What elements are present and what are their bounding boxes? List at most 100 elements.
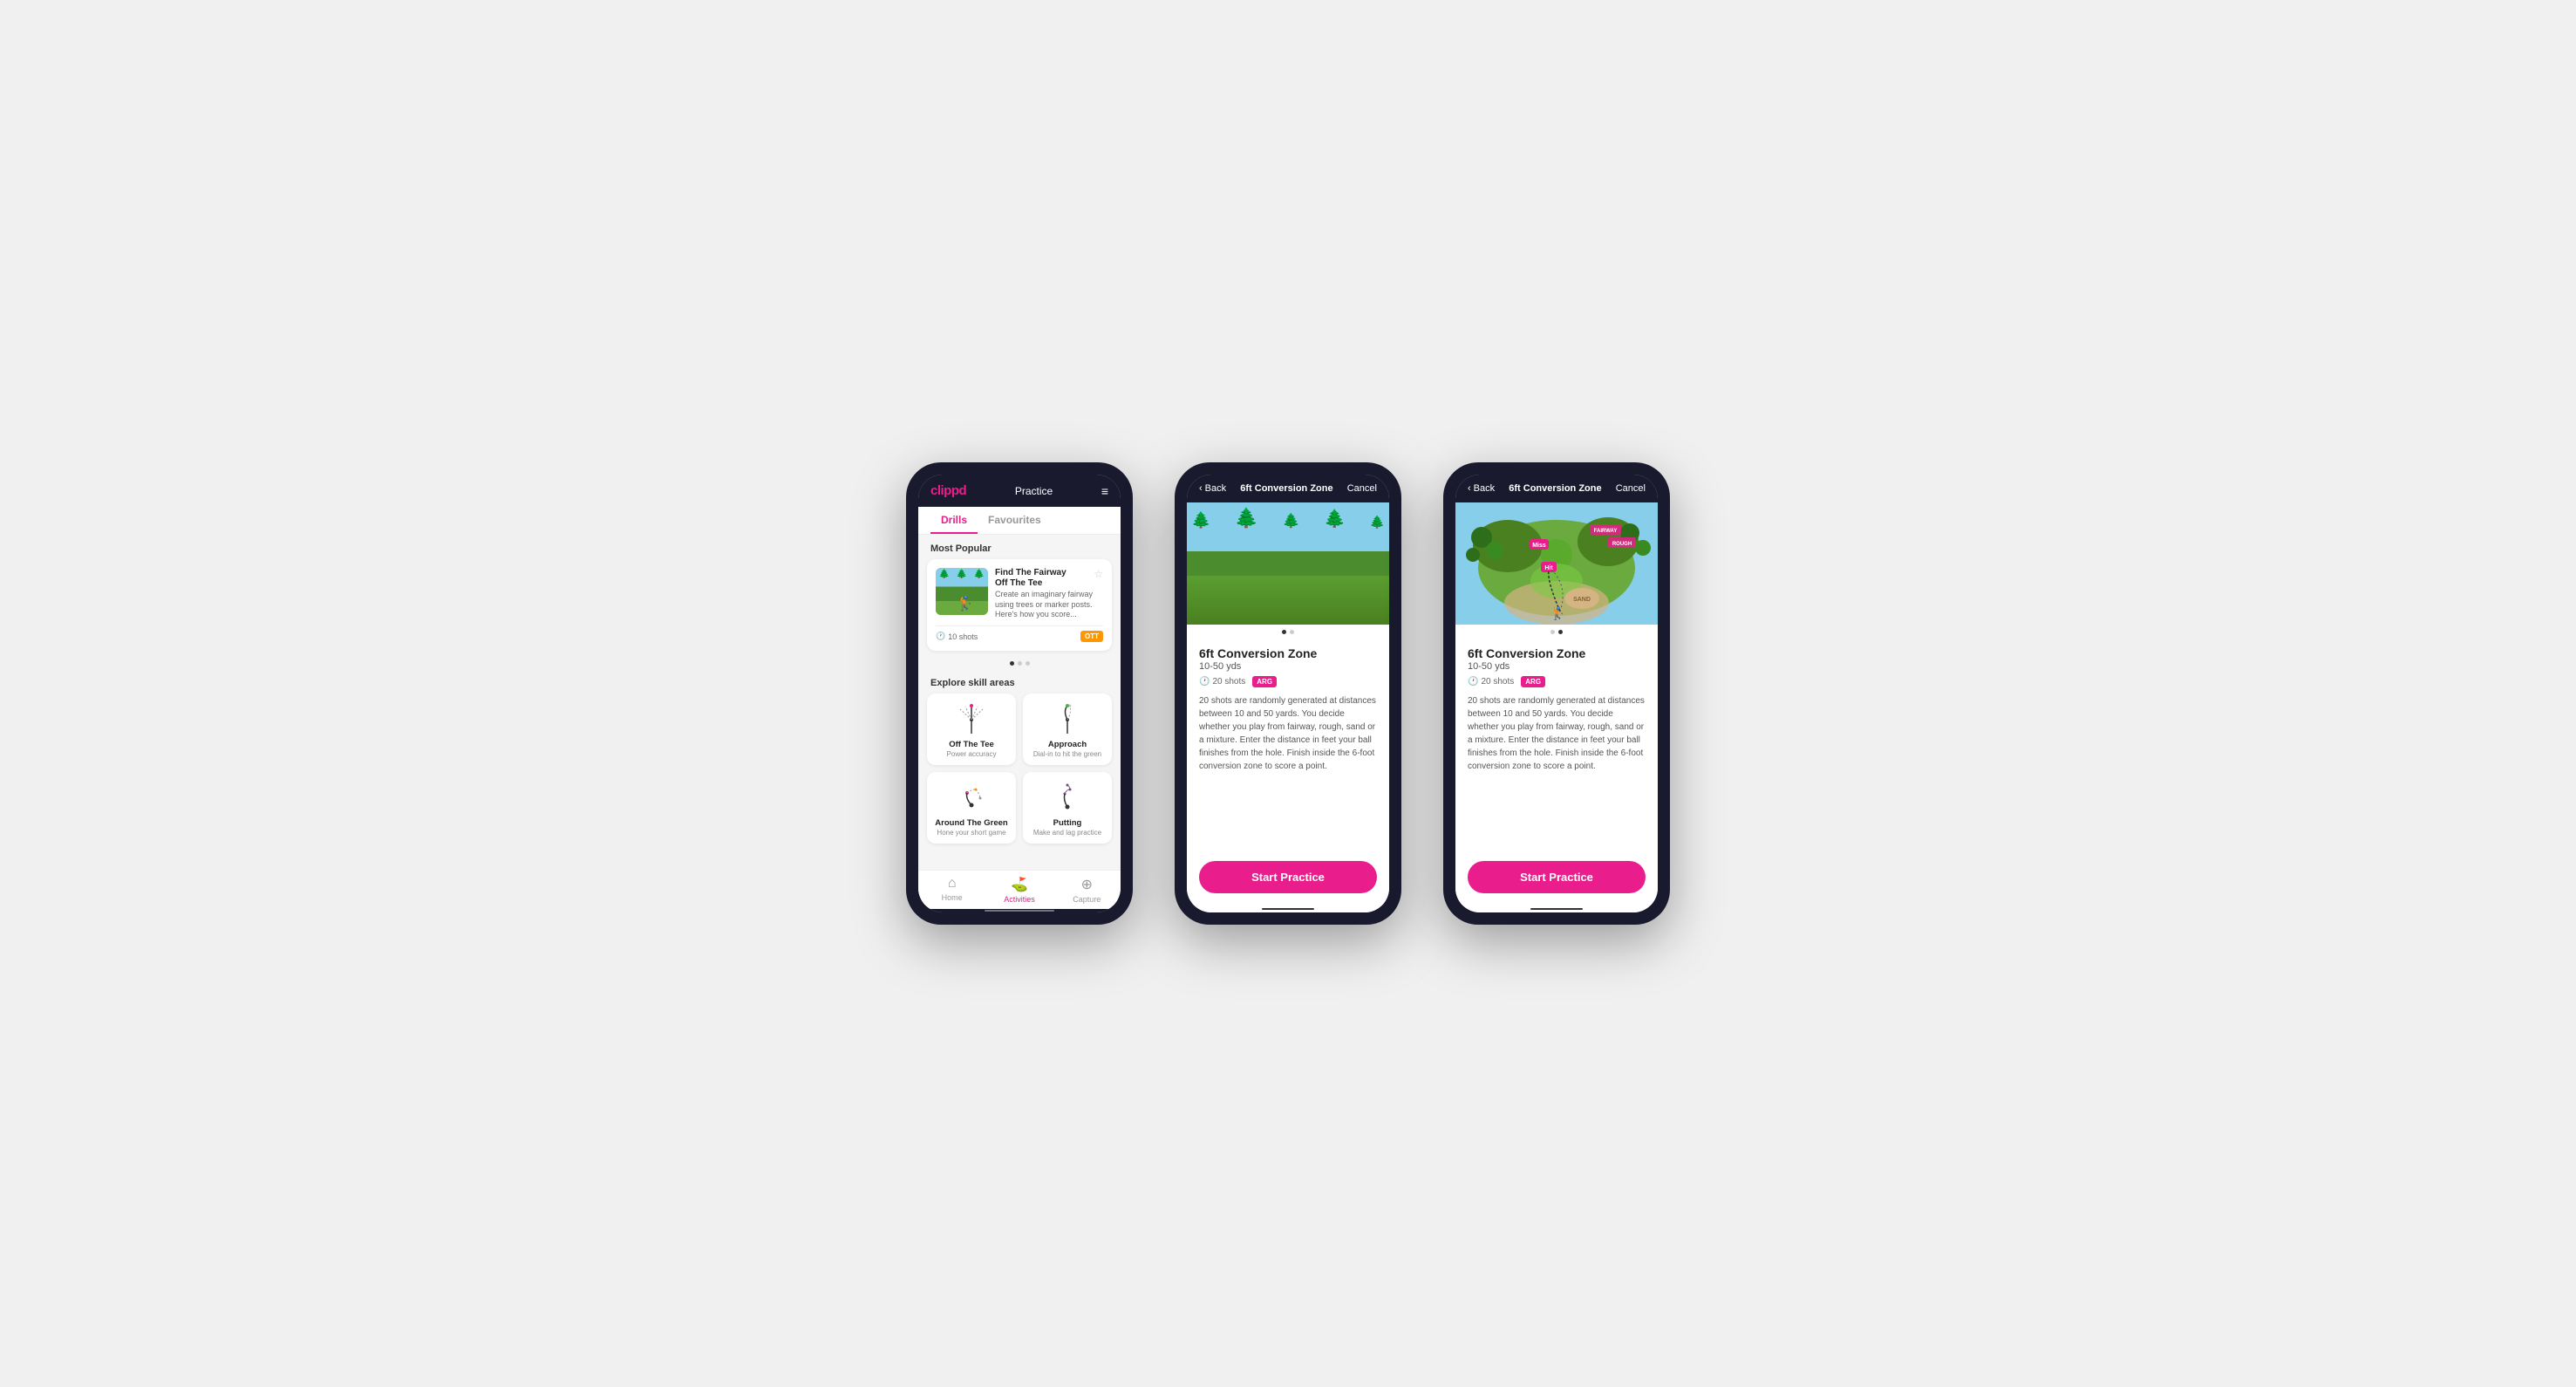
dot-3-2 xyxy=(1558,630,1563,634)
phone-2-screen: ‹ Back 6ft Conversion Zone Cancel 🌲 🌲 🌲 … xyxy=(1187,475,1389,912)
tabs-bar: Drills Favourites xyxy=(918,507,1121,535)
phone3-bottom: Start Practice xyxy=(1455,861,1658,912)
phone2-bottom: Start Practice xyxy=(1187,861,1389,912)
skill-around-green[interactable]: Around The Green Hone your short game xyxy=(927,772,1016,844)
around-green-name: Around The Green xyxy=(935,818,1007,828)
drill-meta-3: 🕐 20 shots ARG xyxy=(1468,676,1646,687)
tab-favourites[interactable]: Favourites xyxy=(978,507,1052,534)
back-chevron-3: ‹ xyxy=(1468,483,1471,494)
back-button-3[interactable]: ‹ Back xyxy=(1468,483,1495,494)
shots-count: 🕐 10 shots xyxy=(936,632,978,641)
shots-count: 20 shots xyxy=(1212,677,1245,687)
phone2-title: 6ft Conversion Zone xyxy=(1240,483,1332,494)
clock-icon-3: 🕐 xyxy=(1468,677,1478,687)
dot-1 xyxy=(1010,661,1014,666)
drill-description: 20 shots are randomly generated at dista… xyxy=(1187,687,1389,780)
image-dots xyxy=(1187,625,1389,639)
cancel-button-3[interactable]: Cancel xyxy=(1616,483,1646,494)
start-practice-button-3[interactable]: Start Practice xyxy=(1468,861,1646,893)
start-practice-button[interactable]: Start Practice xyxy=(1199,861,1377,893)
skill-off-the-tee[interactable]: Off The Tee Power accuracy xyxy=(927,694,1016,765)
around-green-icon xyxy=(950,781,993,816)
svg-text:ROUGH: ROUGH xyxy=(1612,542,1632,547)
favourite-star[interactable]: ☆ xyxy=(1094,568,1103,580)
phones-container: clippd Practice ≡ Drills Favourites Most… xyxy=(906,462,1670,925)
bottom-nav: ⌂ Home ⛳ Activities ⊕ Capture xyxy=(918,870,1121,909)
drill-title: 6ft Conversion Zone xyxy=(1199,646,1377,660)
featured-card[interactable]: 🌲 🌲 🌲 🏌️ Find The Fairway xyxy=(927,559,1112,651)
svg-text:🏌️: 🏌️ xyxy=(1550,606,1565,621)
home-icon: ⌂ xyxy=(948,876,957,892)
phone-3: ‹ Back 6ft Conversion Zone Cancel xyxy=(1443,462,1670,925)
dot-2 xyxy=(1290,630,1294,634)
nav-activities[interactable]: ⛳ Activities xyxy=(985,871,1053,909)
svg-text:SAND: SAND xyxy=(1573,597,1591,603)
nav-home[interactable]: ⌂ Home xyxy=(918,871,985,909)
drill-info-3: 6ft Conversion Zone 10-50 yds 🕐 20 shots… xyxy=(1455,639,1658,687)
dot-2 xyxy=(1018,661,1022,666)
skill-approach[interactable]: Approach Dial-in to hit the green xyxy=(1023,694,1112,765)
arg-badge: ARG xyxy=(1252,676,1277,687)
off-tee-name: Off The Tee xyxy=(949,740,994,749)
drill-distance-3: 10-50 yds xyxy=(1468,661,1646,672)
back-label: Back xyxy=(1205,483,1226,494)
off-tee-icon xyxy=(950,702,993,737)
course-map-svg: Miss Hit 🏌️ FAIRWAY ROUGH SAND xyxy=(1455,502,1658,625)
activities-icon: ⛳ xyxy=(1011,876,1028,893)
drill-title-3: 6ft Conversion Zone xyxy=(1468,646,1646,660)
card-title: Find The Fairway xyxy=(995,568,1067,578)
header-title: Practice xyxy=(1015,485,1053,497)
tab-drills[interactable]: Drills xyxy=(930,507,978,534)
svg-text:FAIRWAY: FAIRWAY xyxy=(1594,529,1618,534)
shots-count-3: 20 shots xyxy=(1481,677,1514,687)
approach-icon xyxy=(1046,702,1089,737)
clock-icon: 🕐 xyxy=(936,632,945,641)
drill-distance: 10-50 yds xyxy=(1199,661,1377,672)
dot-1 xyxy=(1282,630,1286,634)
image-dots-3 xyxy=(1455,625,1658,639)
phone-1-screen: clippd Practice ≡ Drills Favourites Most… xyxy=(918,475,1121,912)
shots-label-3: 🕐 20 shots xyxy=(1468,677,1514,687)
activities-label: Activities xyxy=(1004,895,1035,904)
cancel-button[interactable]: Cancel xyxy=(1347,483,1377,494)
drill-description-3: 20 shots are randomly generated at dista… xyxy=(1455,687,1658,780)
arg-badge-3: ARG xyxy=(1521,676,1545,687)
home-indicator xyxy=(918,909,1121,912)
card-dots xyxy=(918,658,1121,669)
card-subtitle: Off The Tee xyxy=(995,578,1067,589)
hero-map: Miss Hit 🏌️ FAIRWAY ROUGH SAND xyxy=(1455,502,1658,625)
svg-text:Miss: Miss xyxy=(1532,543,1546,549)
ott-badge: OTT xyxy=(1080,631,1103,642)
nav-capture[interactable]: ⊕ Capture xyxy=(1053,871,1121,909)
drill-meta: 🕐 20 shots ARG xyxy=(1199,676,1377,687)
phone2-content: 6ft Conversion Zone 10-50 yds 🕐 20 shots… xyxy=(1187,625,1389,861)
approach-name: Approach xyxy=(1048,740,1087,749)
skill-putting[interactable]: Putting Make and lag practice xyxy=(1023,772,1112,844)
card-footer: 🕐 10 shots OTT xyxy=(936,625,1103,642)
phone-3-screen: ‹ Back 6ft Conversion Zone Cancel xyxy=(1455,475,1658,912)
shots-label: 🕐 20 shots xyxy=(1199,677,1245,687)
off-tee-desc: Power accuracy xyxy=(947,750,997,758)
explore-title: Explore skill areas xyxy=(918,669,1121,694)
card-description: Create an imaginary fairway using trees … xyxy=(995,590,1103,620)
back-chevron: ‹ xyxy=(1199,483,1203,494)
approach-desc: Dial-in to hit the green xyxy=(1033,750,1101,758)
card-image: 🌲 🌲 🌲 🏌️ xyxy=(936,568,988,615)
putting-name: Putting xyxy=(1053,818,1082,828)
capture-label: Capture xyxy=(1073,895,1101,904)
phone-2: ‹ Back 6ft Conversion Zone Cancel 🌲 🌲 🌲 … xyxy=(1175,462,1401,925)
home-label: Home xyxy=(942,893,963,902)
phone3-header: ‹ Back 6ft Conversion Zone Cancel xyxy=(1455,475,1658,502)
logo: clippd xyxy=(930,483,966,498)
dot-3 xyxy=(1026,661,1030,666)
putting-desc: Make and lag practice xyxy=(1033,829,1101,837)
phone-1: clippd Practice ≡ Drills Favourites Most… xyxy=(906,462,1133,925)
drill-info: 6ft Conversion Zone 10-50 yds 🕐 20 shots… xyxy=(1187,639,1389,687)
skill-grid: Off The Tee Power accuracy xyxy=(918,694,1121,852)
around-green-desc: Hone your short game xyxy=(937,829,1005,837)
menu-icon[interactable]: ≡ xyxy=(1101,484,1108,498)
card-text: Find The Fairway Off The Tee ☆ Create an… xyxy=(995,568,1103,620)
back-button[interactable]: ‹ Back xyxy=(1199,483,1226,494)
most-popular-title: Most Popular xyxy=(918,535,1121,559)
phone3-content: 6ft Conversion Zone 10-50 yds 🕐 20 shots… xyxy=(1455,625,1658,861)
